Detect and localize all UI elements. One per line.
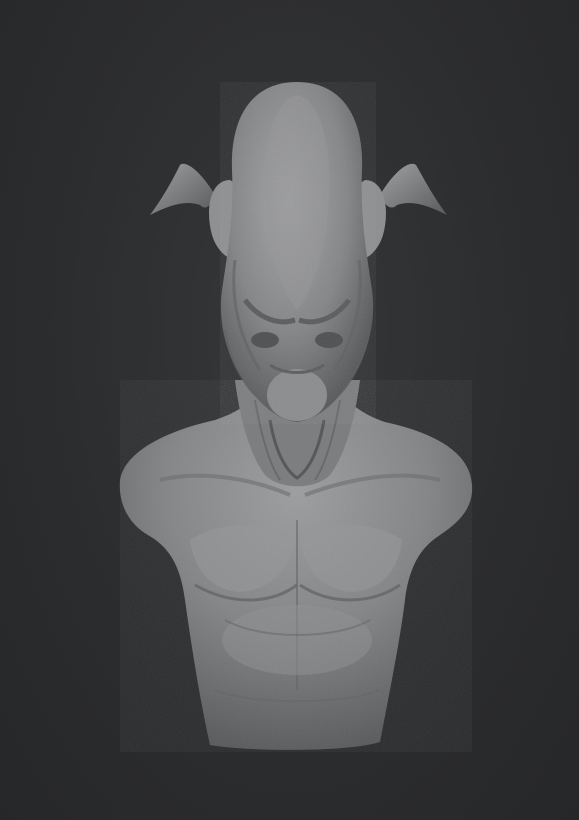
viewport[interactable] bbox=[0, 0, 579, 820]
creature-bust-render bbox=[119, 82, 473, 752]
head bbox=[220, 82, 376, 424]
